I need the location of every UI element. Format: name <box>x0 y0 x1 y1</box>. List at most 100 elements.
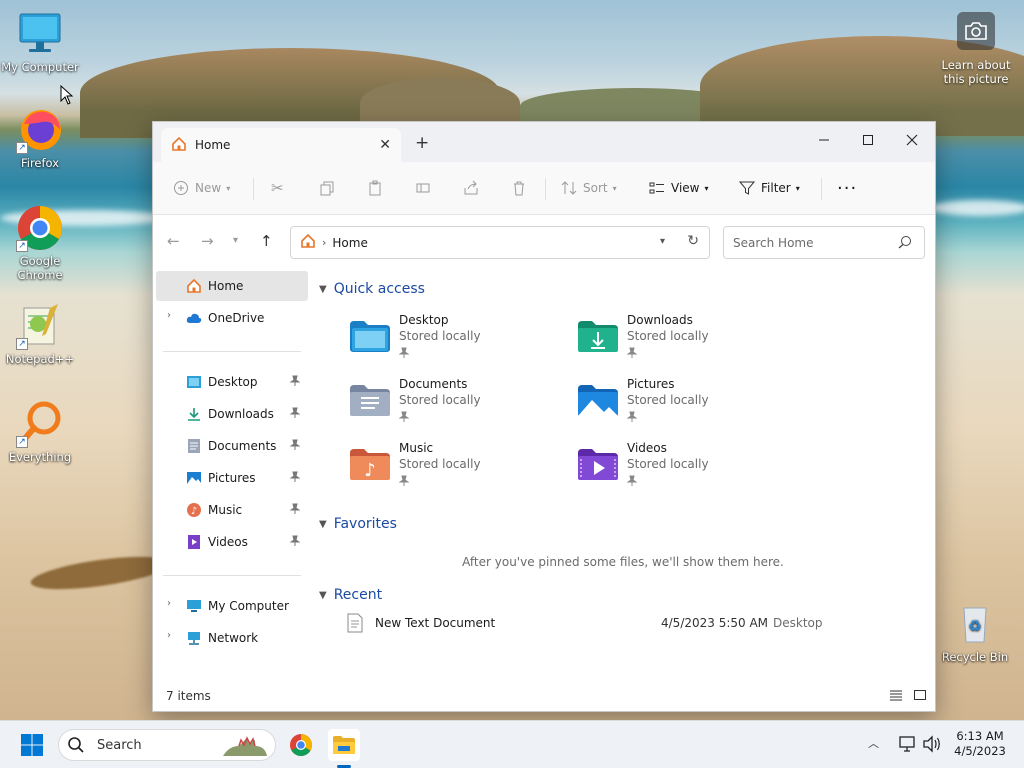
folder-name: Downloads <box>627 313 693 327</box>
more-options-icon[interactable]: ··· <box>837 176 857 200</box>
desktop-icon-recycle-bin[interactable]: ♻ Recycle Bin <box>935 600 1015 664</box>
nav-item-my-computer[interactable]: › My Computer <box>156 591 308 621</box>
recent-file-location: Desktop <box>773 616 823 630</box>
address-dropdown-icon[interactable]: ▾ <box>660 236 665 247</box>
search-icon <box>898 236 911 249</box>
search-input[interactable]: Search Home <box>723 226 925 259</box>
quick-access-documents[interactable]: Documents Stored locally <box>349 377 569 435</box>
learn-about-picture[interactable]: Learn about this picture <box>936 12 1016 86</box>
volume-icon[interactable] <box>922 735 942 753</box>
nav-item-desktop[interactable]: Desktop <box>156 367 308 397</box>
minimize-button[interactable] <box>801 126 847 154</box>
quick-access-videos[interactable]: Videos Stored locally <box>577 441 797 499</box>
nav-item-music[interactable]: ♪ Music <box>156 495 308 525</box>
nav-item-pictures[interactable]: Pictures <box>156 463 308 493</box>
content-pane: ▼ Quick access Desktop Stored locally Do… <box>311 271 935 681</box>
desktop-icon-label: Firefox <box>20 156 60 170</box>
system-clock[interactable]: 6:13 AM 4/5/2023 <box>944 729 1016 759</box>
nav-item-documents[interactable]: Documents <box>156 431 308 461</box>
show-hidden-icons-chevron-icon[interactable]: ︿ <box>868 735 879 751</box>
wallpaper-wave <box>930 200 1024 216</box>
shortcut-arrow-icon: ↗ <box>16 240 28 252</box>
folder-name: Desktop <box>399 313 449 327</box>
filter-button[interactable]: Filter ▾ <box>739 176 800 200</box>
section-header-quick-access[interactable]: ▼ Quick access <box>319 281 425 297</box>
rename-icon <box>416 183 430 193</box>
copy-button[interactable] <box>319 176 335 200</box>
sort-label: Sort <box>583 181 608 195</box>
delete-button[interactable] <box>511 176 527 200</box>
tab-home[interactable]: Home ✕ <box>161 128 401 162</box>
close-tab-icon[interactable]: ✕ <box>379 137 391 153</box>
section-header-favorites[interactable]: ▼ Favorites <box>319 516 397 532</box>
notepadpp-icon: ↗ <box>16 302 64 350</box>
nav-item-onedrive[interactable]: › OneDrive <box>156 303 308 333</box>
share-button[interactable] <box>463 176 479 200</box>
nav-item-home[interactable]: Home <box>156 271 308 301</box>
desktop-icon-label: Recycle Bin <box>941 650 1009 664</box>
item-count: 7 items <box>166 689 211 703</box>
quick-access-downloads[interactable]: Downloads Stored locally <box>577 313 797 371</box>
taskbar-search-box[interactable]: Search <box>58 729 276 761</box>
breadcrumb-home[interactable]: Home <box>332 236 367 250</box>
quick-access-music[interactable]: ♪ Music Stored locally <box>349 441 569 499</box>
taskbar: Search ︿ 6:13 AM 4/5/2023 <box>0 720 1024 768</box>
folder-status: Stored locally <box>627 329 709 343</box>
up-arrow-icon[interactable]: ↑ <box>260 232 273 250</box>
toolbar-divider <box>821 178 822 200</box>
nav-item-label: Desktop <box>208 375 258 389</box>
sort-button[interactable]: Sort ▾ <box>561 176 617 200</box>
recent-file-row[interactable]: New Text Document 4/5/2023 5:50 AM Deskt… <box>347 611 907 635</box>
desktop-icon-label: Everything <box>8 450 72 464</box>
details-view-icon[interactable] <box>889 689 903 701</box>
cut-button[interactable]: ✂ <box>271 176 284 200</box>
close-window-button[interactable] <box>889 126 935 154</box>
desktop-icon-everything[interactable]: ↗ Everything <box>0 400 80 464</box>
desktop-icon-my-computer[interactable]: My Computer <box>0 10 80 74</box>
paste-button[interactable] <box>367 176 383 200</box>
section-title: Recent <box>333 587 383 603</box>
downloads-folder-icon <box>578 321 618 352</box>
chevron-right-icon[interactable]: › <box>167 310 171 321</box>
taskbar-chrome[interactable] <box>285 729 317 761</box>
folder-status: Stored locally <box>399 457 481 471</box>
desktop-icon-chrome[interactable]: ↗ Google Chrome <box>0 204 80 282</box>
desktop-icon-notepadpp[interactable]: ↗ Notepad++ <box>0 302 80 366</box>
chevron-right-icon[interactable]: › <box>167 598 171 609</box>
nav-item-downloads[interactable]: Downloads <box>156 399 308 429</box>
tiles-view-icon[interactable] <box>913 689 927 701</box>
section-header-recent[interactable]: ▼ Recent <box>319 587 382 603</box>
download-icon <box>186 406 202 422</box>
view-button[interactable]: View ▾ <box>649 176 709 200</box>
toolbar-divider <box>545 178 546 200</box>
folder-name: Music <box>399 441 434 455</box>
nav-item-network[interactable]: › Network <box>156 623 308 653</box>
start-button[interactable] <box>16 729 48 761</box>
maximize-button[interactable] <box>845 126 891 154</box>
mouse-cursor-icon <box>60 85 74 105</box>
quick-access-pictures[interactable]: Pictures Stored locally <box>577 377 797 435</box>
refresh-icon[interactable]: ↻ <box>687 233 699 249</box>
forward-arrow-icon[interactable]: → <box>201 232 214 250</box>
pin-icon <box>290 503 300 514</box>
new-tab-icon[interactable]: + <box>415 133 429 153</box>
new-button[interactable]: New ▾ <box>173 176 230 200</box>
rename-button[interactable] <box>415 176 431 200</box>
taskbar-file-explorer[interactable] <box>328 729 360 761</box>
desktop-icon-firefox[interactable]: ↗ Firefox <box>0 106 80 170</box>
chevron-down-icon: ▾ <box>612 183 617 193</box>
shortcut-arrow-icon: ↗ <box>16 142 28 154</box>
file-explorer-icon <box>333 736 355 754</box>
address-bar[interactable]: › Home ▾ ↻ <box>290 226 710 259</box>
recent-locations-chevron-icon[interactable]: ▾ <box>233 235 238 246</box>
network-status-icon[interactable] <box>898 735 918 753</box>
nav-item-videos[interactable]: Videos <box>156 527 308 557</box>
shortcut-arrow-icon: ↗ <box>16 436 28 448</box>
chevron-right-icon[interactable]: › <box>167 630 171 641</box>
desktop-icon-label: Google Chrome <box>17 254 63 282</box>
quick-access-desktop[interactable]: Desktop Stored locally <box>349 313 569 371</box>
view-toggle <box>889 689 927 701</box>
folder-status: Stored locally <box>627 393 709 407</box>
folder-name: Videos <box>627 441 667 455</box>
back-arrow-icon[interactable]: ← <box>167 232 180 250</box>
